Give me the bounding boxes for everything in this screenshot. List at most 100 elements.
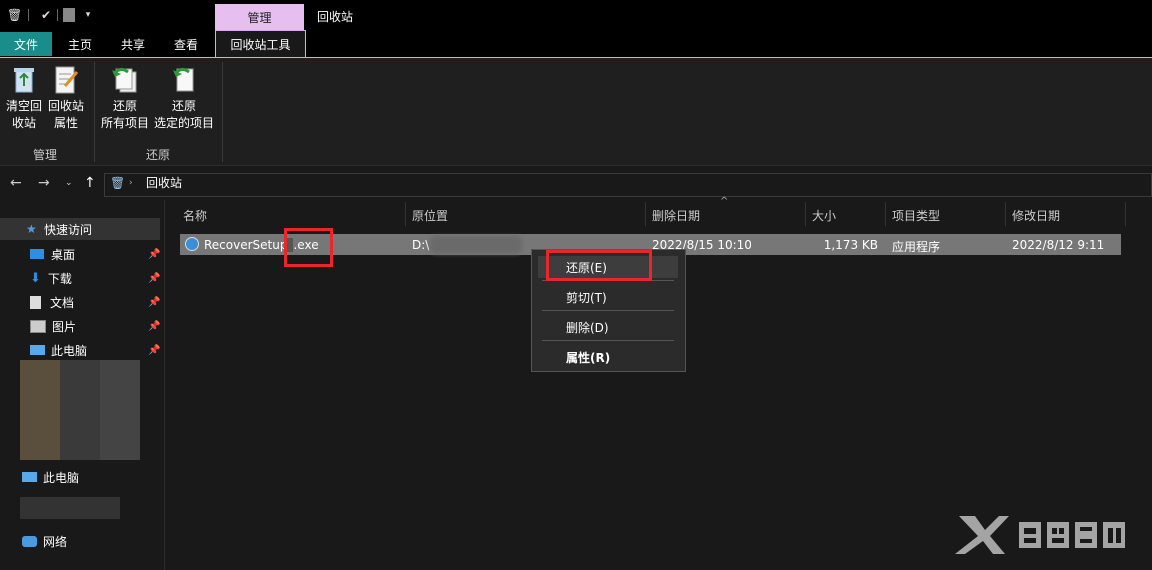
nav-item-downloads[interactable]: ⬇ 下载 📌 [30, 266, 160, 290]
empty-bin-label-2: 收站 [11, 116, 36, 130]
restore-selected-icon [173, 67, 194, 92]
toolbar-separator [28, 9, 29, 21]
column-separator[interactable] [405, 202, 406, 226]
tab-recycle-bin-tools[interactable]: 回收站工具 [215, 30, 306, 58]
column-header-name[interactable]: 名称 [183, 207, 207, 224]
column-header-date-deleted[interactable]: 删除日期 [652, 207, 700, 224]
pane-divider[interactable] [164, 200, 165, 570]
nav-item-this-pc[interactable]: 此电脑 [22, 465, 160, 489]
nav-item-label: 桌面 [51, 247, 76, 262]
column-separator[interactable] [1005, 202, 1006, 226]
navigation-pane: ★ 快速访问 桌面 📌 ⬇ 下载 📌 文档 📌 图片 📌 此电脑 📌 此电脑 网… [0, 214, 164, 570]
recycle-bin-icon[interactable]: 🗑 [7, 8, 22, 22]
nav-item-documents[interactable]: 文档 📌 [30, 290, 160, 314]
recycle-bin-icon: 🗑 [110, 176, 126, 190]
watermark-logo [955, 516, 1125, 554]
column-separator[interactable] [885, 202, 886, 226]
context-tab-manage[interactable]: 管理 [215, 4, 304, 30]
menu-item-properties[interactable]: 属性(R) [566, 349, 610, 366]
nav-item-label: 下载 [47, 271, 72, 286]
nav-item-label: 文档 [50, 295, 75, 310]
tab-view[interactable]: 查看 [166, 32, 206, 56]
sort-indicator-icon: ^ [720, 196, 729, 207]
column-separator[interactable] [805, 202, 806, 226]
tab-share[interactable]: 共享 [113, 32, 153, 56]
picture-icon [30, 319, 46, 333]
file-original-location: D:\ [412, 238, 430, 252]
column-separator[interactable] [645, 202, 646, 226]
group-separator [222, 62, 223, 162]
pin-icon[interactable]: 📌 [148, 321, 160, 332]
recent-locations-chevron-icon[interactable]: ⌄ [65, 178, 73, 188]
restore-all-icon [112, 67, 137, 93]
redacted-area [20, 497, 120, 519]
customize-toolbar-icon[interactable]: ▾ [81, 8, 95, 22]
new-folder-icon[interactable] [63, 8, 75, 22]
column-header-original-location[interactable]: 原位置 [412, 207, 448, 224]
menu-item-cut[interactable]: 剪切(T) [566, 289, 607, 306]
empty-recycle-bin-icon [14, 68, 34, 93]
file-name-prefix: RecoverSetup [204, 238, 288, 252]
file-date-modified: 2022/8/12 9:11 [1012, 238, 1105, 252]
back-arrow-icon[interactable]: ← [10, 175, 22, 191]
nav-item-label: 图片 [52, 319, 77, 334]
pin-icon[interactable]: 📌 [148, 297, 160, 308]
restore-all-label-2: 所有项目 [100, 116, 149, 130]
desktop-icon [30, 249, 44, 259]
computer-icon [22, 472, 37, 482]
computer-icon [30, 345, 45, 355]
column-header-size[interactable]: 大小 [812, 207, 836, 224]
restore-selected-label-2: 选定的项目 [153, 116, 214, 130]
nav-quick-access[interactable]: ★ 快速访问 [0, 218, 160, 240]
window-title: 回收站 [317, 10, 354, 24]
menu-separator [542, 310, 674, 311]
file-size: 1,173 KB [823, 238, 878, 252]
pin-icon[interactable]: 📌 [148, 345, 160, 356]
redacted-area [20, 360, 140, 460]
nav-item-label: 此电脑 [43, 470, 80, 485]
column-header-date-modified[interactable]: 修改日期 [1012, 207, 1060, 224]
nav-quick-access-label: 快速访问 [44, 222, 93, 237]
group-separator [94, 62, 95, 162]
properties-icon[interactable]: ✔ [39, 8, 53, 22]
restore-selected-button[interactable]: 还原 选定的项目 [153, 64, 215, 132]
forward-arrow-icon[interactable]: → [38, 175, 50, 191]
highlight-box [546, 250, 652, 281]
tab-home[interactable]: 主页 [60, 32, 100, 56]
nav-item-desktop[interactable]: 桌面 📌 [30, 242, 160, 266]
pin-icon[interactable]: 📌 [148, 273, 160, 284]
pin-icon[interactable]: 📌 [148, 249, 160, 260]
nav-item-label: 此电脑 [51, 343, 88, 358]
empty-bin-label-1: 清空回 [5, 99, 42, 113]
recycle-bin-properties-button[interactable]: 回收站 属性 [46, 64, 86, 132]
nav-item-label: 网络 [43, 534, 68, 549]
menu-item-delete[interactable]: 删除(D) [566, 319, 609, 336]
redacted-area [430, 236, 522, 254]
download-arrow-icon: ⬇ [30, 270, 41, 286]
address-row: ← → ⌄ ↑ 🗑 › 回收站 [0, 166, 1152, 200]
document-icon [30, 295, 41, 309]
menu-separator [542, 340, 674, 341]
address-bar[interactable]: 🗑 › [104, 173, 1152, 197]
setup-app-icon [185, 237, 199, 251]
toolbar-separator [57, 9, 58, 21]
ribbon: 清空回 收站 回收站 属性 管理 还原 所有项目 还原 选定的项目 还原 [0, 58, 1152, 166]
breadcrumb-recycle-bin[interactable]: 回收站 [146, 174, 182, 191]
empty-recycle-bin-button[interactable]: 清空回 收站 [4, 64, 44, 132]
network-icon [22, 535, 37, 547]
column-separator[interactable] [1125, 202, 1126, 226]
tab-file[interactable]: 文件 [0, 32, 52, 56]
restore-all-label-1: 还原 [112, 99, 137, 113]
breadcrumb-chevron-icon: › [129, 178, 133, 188]
restore-all-button[interactable]: 还原 所有项目 [100, 64, 150, 132]
column-header-item-type[interactable]: 项目类型 [892, 207, 940, 224]
bin-properties-label-1: 回收站 [47, 99, 84, 113]
nav-item-this-pc-pinned[interactable]: 此电脑 📌 [30, 338, 160, 362]
bin-properties-label-2: 属性 [53, 116, 78, 130]
group-label-manage: 管理 [33, 148, 58, 162]
nav-item-pictures[interactable]: 图片 📌 [30, 314, 160, 338]
restore-selected-label-1: 还原 [171, 99, 196, 113]
file-type: 应用程序 [892, 240, 941, 254]
up-arrow-icon[interactable]: ↑ [84, 175, 96, 191]
nav-item-network[interactable]: 网络 [22, 529, 160, 553]
